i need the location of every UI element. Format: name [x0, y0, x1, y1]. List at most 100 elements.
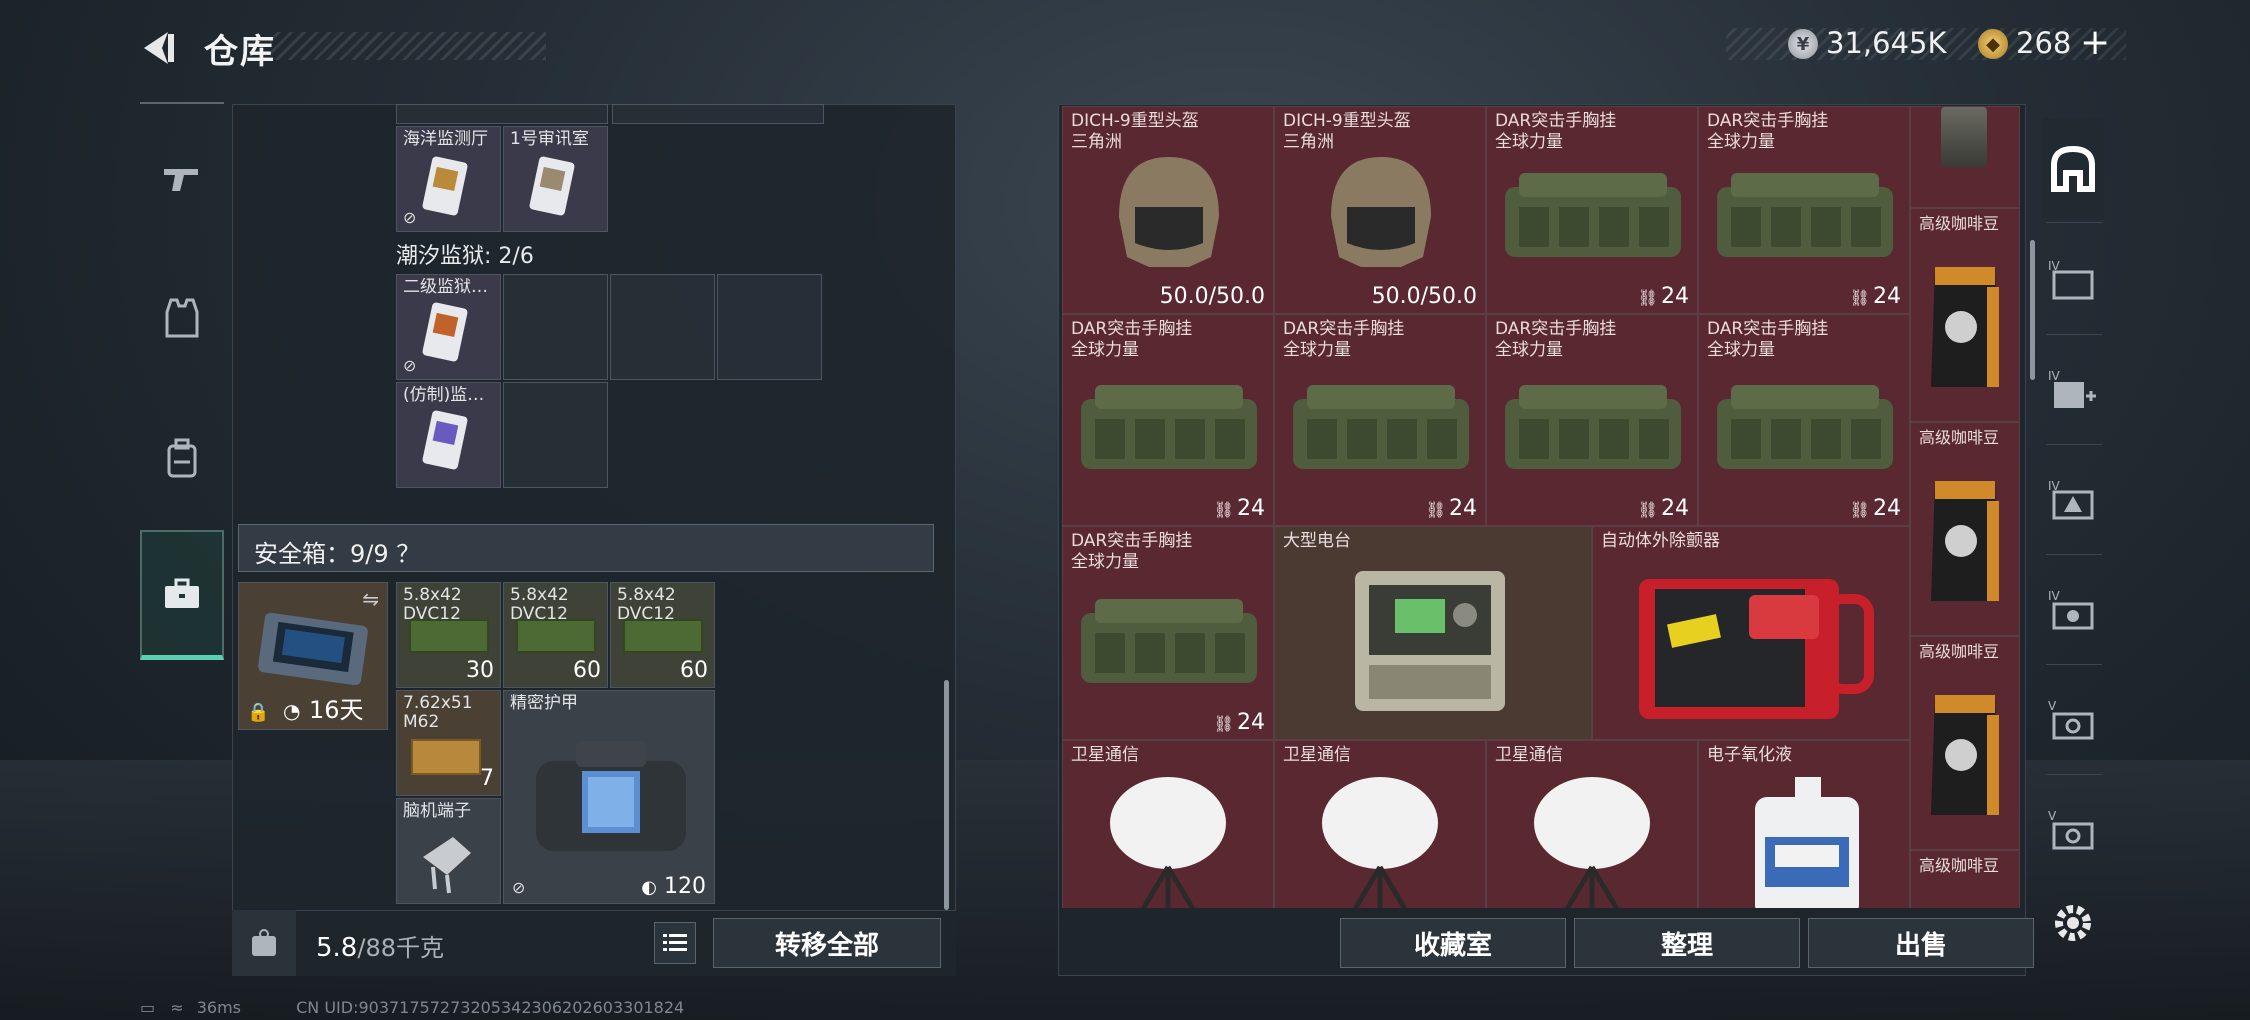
- stack-count: ⛓ 24: [1213, 496, 1265, 521]
- settings-gear-icon[interactable]: [2050, 900, 2096, 946]
- tab-storage-5b[interactable]: V: [2042, 780, 2104, 880]
- storage-cell[interactable]: DICH-9重型头盔 三角洲 50.0/50.0: [1062, 106, 1274, 314]
- collection-room-button[interactable]: 收藏室: [1340, 918, 1566, 968]
- gold-coin-icon: ◆: [1978, 29, 2008, 59]
- empty-slot[interactable]: [503, 382, 608, 488]
- silver-balance: 31,645K: [1826, 26, 1947, 60]
- storage-cell[interactable]: 大型电台: [1274, 526, 1592, 740]
- storage-cell[interactable]: 高级咖啡豆: [1910, 422, 2020, 636]
- empty-slot[interactable]: [610, 274, 715, 380]
- storage-cell[interactable]: 自动体外除颤器: [1592, 526, 1910, 740]
- satellite-dish-icon: [1110, 777, 1226, 908]
- ammo-slot[interactable]: 5.8x42 DVC12 60: [610, 582, 715, 688]
- stack-count: ⛓ 24: [1849, 496, 1901, 521]
- item-label: DAR突击手胸挂 全球力量: [1283, 319, 1405, 360]
- tab-storage-5a[interactable]: V: [2042, 670, 2104, 770]
- sidebar-item-gear[interactable]: [140, 270, 224, 366]
- sidebar-item-backpack[interactable]: [140, 410, 224, 506]
- tab-storage-add[interactable]: IV: [2042, 340, 2104, 440]
- keycard-slot[interactable]: (仿制)监…: [396, 382, 501, 488]
- storage-cell[interactable]: DICH-9重型头盔 三角洲 50.0/50.0: [1274, 106, 1486, 314]
- helmet-icon: [1331, 157, 1431, 267]
- radio-station-icon: [1355, 571, 1505, 711]
- chest-rig-icon: [1505, 173, 1681, 257]
- sidebar-item-safebox[interactable]: [140, 530, 224, 660]
- move-all-button[interactable]: 转移全部: [713, 918, 941, 968]
- empty-slot[interactable]: [717, 274, 822, 380]
- keycard-icon: [529, 156, 575, 216]
- storage-cell[interactable]: 高级咖啡豆: [1910, 636, 2020, 850]
- stack-count: ⛓ 24: [1637, 496, 1689, 521]
- storage-cell[interactable]: DAR突击手胸挂 全球力量 ⛓ 24: [1062, 314, 1274, 526]
- storage-cell[interactable]: DAR突击手胸挂 全球力量 ⛓ 24: [1486, 106, 1698, 314]
- tab-storage-4[interactable]: IV: [2042, 230, 2104, 330]
- organize-button[interactable]: 整理: [1574, 918, 1800, 968]
- item-slot[interactable]: 脑机端子: [396, 798, 501, 904]
- item-label: 高级咖啡豆: [1919, 642, 2000, 661]
- armor-vest-icon: [536, 741, 686, 851]
- tab-storage-camera[interactable]: IV: [2042, 560, 2104, 660]
- slots-icon: ⛓: [1213, 500, 1234, 519]
- storage-cell[interactable]: 卫星通信: [1486, 740, 1698, 908]
- item-label: 大型电台: [1283, 531, 1351, 551]
- storage-cell[interactable]: 高级咖啡豆: [1910, 850, 2020, 908]
- swap-icon[interactable]: ⇋: [362, 587, 379, 611]
- warning-folder-icon: IV: [2048, 479, 2094, 520]
- svg-text:V: V: [2048, 699, 2057, 713]
- ammo-slot[interactable]: 7.62x51 M62 7: [396, 690, 501, 796]
- add-currency-button[interactable]: +: [2080, 22, 2110, 63]
- keycard-icon: [422, 410, 468, 470]
- partial-slot-row: [396, 104, 608, 124]
- keycard-slot[interactable]: 二级监狱… ⊘: [396, 274, 501, 380]
- chest-rig-icon: [1717, 385, 1893, 469]
- ammo-count: 30: [466, 658, 494, 683]
- sidebar-item-weapons[interactable]: [140, 130, 224, 226]
- storage-cell[interactable]: DAR突击手胸挂 全球力量 ⛓ 24: [1274, 314, 1486, 526]
- weight-max: /88千克: [357, 934, 444, 962]
- coffee-bag-icon: [1931, 267, 1999, 387]
- storage-cell[interactable]: 卫星通信: [1062, 740, 1274, 908]
- stack-count: ⛓ 24: [1425, 496, 1477, 521]
- back-arrow-icon[interactable]: [138, 28, 178, 68]
- storage-cell[interactable]: 高级咖啡豆: [1910, 208, 2020, 422]
- armor-slot[interactable]: 精密护甲 ⊘ ◐ 120: [503, 690, 715, 904]
- storage-cell[interactable]: DAR突击手胸挂 全球力量 ⛓ 24: [1486, 314, 1698, 526]
- ammo-box-icon: [516, 619, 596, 653]
- keycard-label: (仿制)监…: [403, 386, 485, 405]
- storage-cell[interactable]: DAR突击手胸挂 全球力量 ⛓ 24: [1698, 314, 1910, 526]
- storage-cell[interactable]: 电子氧化液: [1698, 740, 1910, 908]
- gold-balance: 268: [2016, 26, 2072, 60]
- keycard-slot[interactable]: 海洋监测厅 ⊘: [396, 126, 501, 232]
- keycard-icon: [422, 302, 468, 362]
- safebox-case-slot[interactable]: ⇋ 🔒 ◔ 16天: [238, 582, 388, 730]
- chest-rig-icon: [1505, 385, 1681, 469]
- safebox-label[interactable]: 安全箱：9/9 ？: [254, 534, 420, 569]
- storage-cell[interactable]: 卫星通信: [1274, 740, 1486, 908]
- ammo-slot[interactable]: 5.8x42 DVC12 30: [396, 582, 501, 688]
- ammo-slot[interactable]: 5.8x42 DVC12 60: [503, 582, 608, 688]
- keycard-slot[interactable]: 1号审讯室: [503, 126, 608, 232]
- chest-rig-icon: [1717, 173, 1893, 257]
- list-view-button[interactable]: [654, 922, 696, 964]
- ammo-label: 7.62x51 M62: [403, 694, 473, 732]
- chest-rig-icon: [1081, 385, 1257, 469]
- title-decoration: [270, 32, 546, 60]
- clock-icon: ◔: [283, 699, 301, 723]
- tab-home-storage[interactable]: [2042, 118, 2104, 218]
- briefcase-icon: [165, 578, 199, 608]
- item-label: 高级咖啡豆: [1919, 428, 2000, 447]
- right-scrollbar[interactable]: [2030, 240, 2035, 380]
- sidebar-divider: [140, 102, 224, 104]
- ping-value: 36ms: [196, 998, 241, 1017]
- sell-button[interactable]: 出售: [1808, 918, 2034, 968]
- uid-text: CN UID:9037175727320534230620260330​1824: [296, 998, 685, 1017]
- camera-folder-icon: IV: [2048, 589, 2094, 630]
- storage-cell[interactable]: DAR突击手胸挂 全球力量 ⛓ 24: [1698, 106, 1910, 314]
- stack-count: ⛓ 24: [1849, 284, 1901, 309]
- storage-cell[interactable]: DAR突击手胸挂 全球力量 ⛓ 24: [1062, 526, 1274, 740]
- slots-icon: ⛓: [1637, 288, 1658, 307]
- left-scrollbar[interactable]: [944, 680, 949, 910]
- storage-cell[interactable]: [1910, 106, 2020, 208]
- empty-slot[interactable]: [503, 274, 608, 380]
- tab-storage-alert[interactable]: IV: [2042, 450, 2104, 550]
